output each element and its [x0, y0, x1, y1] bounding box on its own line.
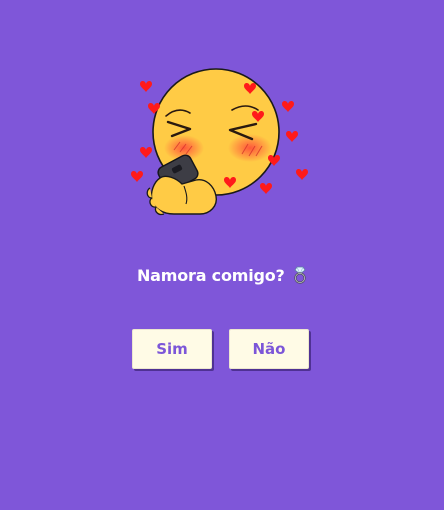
- yes-button[interactable]: Sim: [132, 329, 212, 369]
- blushing-emoji-icon: [131, 68, 308, 216]
- question-text-line: Namora comigo?: [0, 263, 444, 292]
- blushing-emoji-sticker: [126, 66, 312, 226]
- question-text: Namora comigo?: [136, 266, 285, 285]
- ring-icon: [293, 265, 307, 292]
- answer-buttons: Sim Não: [0, 329, 444, 371]
- no-button[interactable]: Não: [229, 329, 309, 369]
